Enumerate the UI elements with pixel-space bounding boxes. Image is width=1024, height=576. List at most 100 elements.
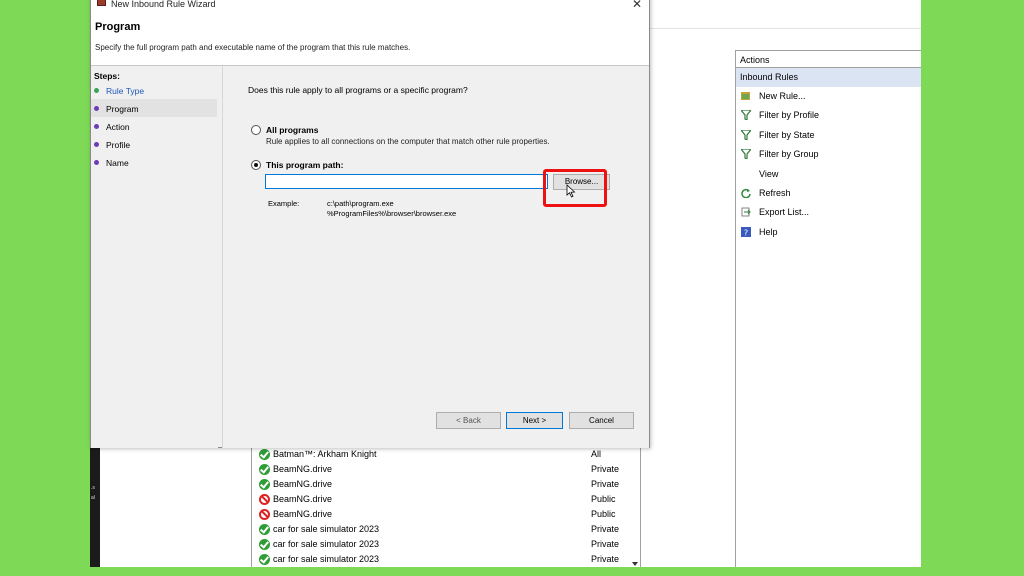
- rule-profile: Private: [591, 464, 620, 474]
- action-help[interactable]: ? Help: [736, 223, 921, 242]
- filter-icon: [741, 149, 751, 160]
- rule-profile: Private: [591, 539, 620, 549]
- program-path-radio[interactable]: [251, 160, 261, 170]
- step-label: Rule Type: [106, 86, 145, 96]
- action-label: Help: [759, 226, 778, 237]
- action-label: New Rule...: [759, 91, 806, 101]
- refresh-icon: [741, 188, 751, 198]
- action-filter-by-profile[interactable]: Filter by Profile: [736, 106, 921, 125]
- table-row[interactable]: BeamNG.drive Public: [252, 507, 640, 522]
- action-label: Filter by State: [759, 129, 815, 140]
- example-path-2: %ProgramFiles%\browser\browser.exe: [327, 209, 457, 218]
- example-label: Example:: [268, 199, 300, 208]
- wizard-content: Does this rule apply to all programs or …: [222, 66, 649, 448]
- new-inbound-rule-wizard: New Inbound Rule Wizard ✕ Program Specif…: [90, 0, 650, 448]
- rule-profile: Private: [591, 524, 620, 534]
- actions-header: Actions: [736, 50, 921, 68]
- allow-icon: [259, 464, 270, 475]
- next-button[interactable]: Next >: [506, 412, 563, 429]
- table-row[interactable]: Batman™: Arkham Knight All: [252, 447, 640, 462]
- rule-name: car for sale simulator 2023: [273, 539, 380, 549]
- allow-icon: [259, 554, 270, 565]
- rule-profile: All: [591, 449, 602, 459]
- example-path-1: c:\path\program.exe: [327, 199, 394, 208]
- step-label: Profile: [106, 140, 131, 150]
- wizard-header: Program Specify the full program path an…: [91, 9, 649, 66]
- steps-heading: Steps:: [94, 71, 120, 81]
- steps-panel: Steps: Rule Type Program Action Profile …: [91, 66, 218, 448]
- window-title: New Inbound Rule Wizard: [111, 0, 216, 9]
- action-view[interactable]: View: [736, 165, 921, 184]
- actions-group-label: Inbound Rules: [740, 72, 799, 82]
- all-programs-label[interactable]: All programs: [266, 125, 318, 135]
- cancel-button[interactable]: Cancel: [569, 412, 634, 429]
- step-done-icon: [94, 88, 99, 93]
- allow-icon: [259, 539, 270, 550]
- rule-profile: Public: [591, 494, 616, 504]
- step-rule-type[interactable]: Rule Type: [91, 81, 217, 99]
- action-label: Filter by Group: [759, 149, 819, 160]
- action-filter-by-state[interactable]: Filter by State: [736, 126, 921, 145]
- action-label: Refresh: [759, 187, 791, 198]
- scroll-down-icon[interactable]: [632, 562, 638, 566]
- step-label: Name: [106, 158, 129, 168]
- table-row[interactable]: BeamNG.drive Private: [252, 477, 640, 492]
- table-row[interactable]: car for sale simulator 2023 Private: [252, 552, 640, 567]
- step-pending-icon: [94, 160, 99, 165]
- allow-icon: [259, 524, 270, 535]
- action-label: Export List...: [759, 207, 810, 218]
- table-row[interactable]: BeamNG.drive Public: [252, 492, 640, 507]
- question-text: Does this rule apply to all programs or …: [248, 85, 468, 95]
- rule-name: BeamNG.drive: [273, 494, 333, 504]
- step-name: Name: [91, 153, 217, 171]
- action-label: View: [759, 168, 779, 179]
- table-row[interactable]: car for sale simulator 2023 Private: [252, 522, 640, 537]
- action-new-rule[interactable]: New Rule...: [736, 87, 921, 106]
- action-refresh[interactable]: Refresh: [736, 184, 921, 203]
- page-title: Program: [95, 21, 141, 33]
- back-button[interactable]: < Back: [436, 412, 501, 429]
- rule-profile: Private: [591, 554, 620, 564]
- all-programs-description: Rule applies to all connections on the c…: [266, 137, 550, 146]
- actions-pane: Actions Inbound Rules New Rule... Filter…: [735, 50, 921, 567]
- allow-icon: [259, 479, 270, 490]
- background-window-edge: .s al: [90, 447, 100, 567]
- action-filter-by-group[interactable]: Filter by Group: [736, 145, 921, 164]
- mouse-cursor-icon: [566, 184, 576, 198]
- program-path-input[interactable]: [265, 174, 548, 189]
- filter-icon: [741, 110, 751, 121]
- firewall-icon: [97, 0, 106, 6]
- action-export-list[interactable]: Export List...: [736, 203, 921, 222]
- step-label: Action: [106, 122, 130, 132]
- block-icon: [259, 494, 270, 505]
- rule-name: car for sale simulator 2023: [273, 524, 380, 534]
- filter-icon: [741, 129, 751, 140]
- step-pending-icon: [94, 124, 99, 129]
- action-label: Filter by Profile: [759, 110, 820, 121]
- title-bar: New Inbound Rule Wizard ✕: [91, 0, 649, 11]
- all-programs-radio[interactable]: [251, 125, 261, 135]
- program-path-label[interactable]: This program path:: [266, 160, 343, 170]
- rule-name: BeamNG.drive: [273, 509, 333, 519]
- table-row[interactable]: car for sale simulator 2023 Private: [252, 537, 640, 552]
- step-profile: Profile: [91, 135, 217, 153]
- rule-name: BeamNG.drive: [273, 464, 333, 474]
- actions-group-inbound-rules[interactable]: Inbound Rules: [736, 68, 921, 87]
- rule-name: Batman™: Arkham Knight: [273, 449, 377, 459]
- rule-profile: Public: [591, 509, 616, 519]
- rule-name: BeamNG.drive: [273, 479, 333, 489]
- rule-name: car for sale simulator 2023: [273, 554, 380, 564]
- page-description: Specify the full program path and execut…: [95, 43, 411, 52]
- rules-list[interactable]: Batman™: Arkham Knight All BeamNG.drive …: [251, 447, 641, 567]
- table-row[interactable]: BeamNG.drive Private: [252, 462, 640, 477]
- step-label: Program: [106, 104, 139, 114]
- step-program: Program: [91, 99, 217, 117]
- divider: [650, 28, 921, 29]
- allow-icon: [259, 449, 270, 460]
- svg-text:?: ?: [744, 228, 748, 237]
- block-icon: [259, 509, 270, 520]
- step-pending-icon: [94, 142, 99, 147]
- new-rule-icon: [741, 92, 750, 100]
- step-action: Action: [91, 117, 217, 135]
- help-icon: ?: [741, 226, 751, 237]
